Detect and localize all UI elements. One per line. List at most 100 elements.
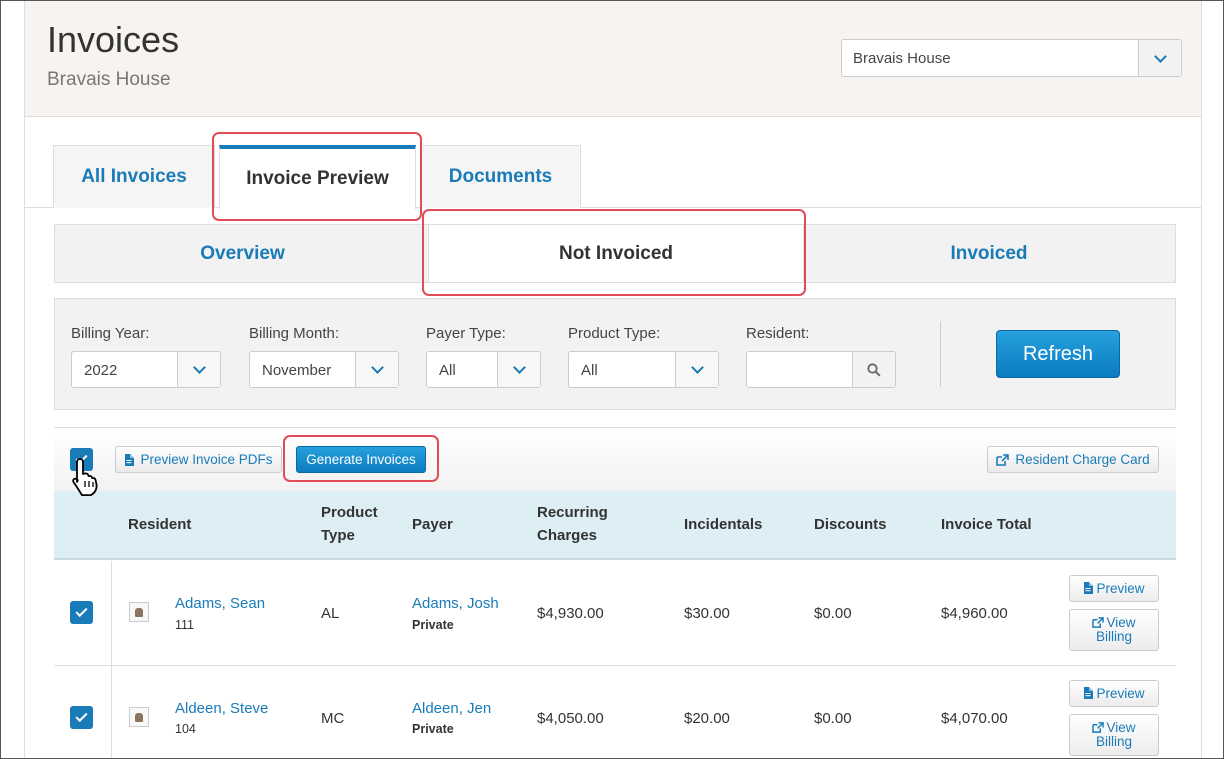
- payer-name-link[interactable]: Adams, Josh: [412, 595, 499, 612]
- filter-panel: Billing Year: 2022 Billing Month: Novemb…: [54, 298, 1176, 410]
- tab-invoice-preview[interactable]: Invoice Preview: [219, 145, 416, 209]
- header-payer: Payer: [412, 516, 453, 533]
- resident-charge-card-label: Resident Charge Card: [1015, 452, 1150, 467]
- table-header: Resident Product Type Payer Recurring Ch…: [54, 491, 1176, 560]
- row-billing-label: Billing: [1095, 629, 1133, 644]
- row-checkbox-cell: [54, 561, 112, 665]
- billing-month-select[interactable]: November: [249, 351, 399, 388]
- checkmark-icon: [75, 604, 88, 618]
- filter-divider: [940, 321, 941, 387]
- row-preview-button[interactable]: Preview: [1069, 575, 1159, 602]
- chevron-down-icon: [370, 361, 384, 374]
- facility-dropdown-button[interactable]: [1138, 40, 1181, 76]
- search-button[interactable]: [852, 352, 895, 387]
- file-icon: [125, 453, 135, 466]
- header-resident: Resident: [128, 516, 192, 533]
- invoice-total-cell: $4,960.00: [941, 605, 1008, 622]
- incidentals-cell: $20.00: [684, 710, 730, 727]
- facility-select[interactable]: Bravais House: [841, 39, 1182, 77]
- preview-invoice-pdfs-button[interactable]: Preview Invoice PDFs: [115, 446, 282, 473]
- header-recurring-line2: Charges: [537, 527, 598, 544]
- file-icon: [1084, 687, 1094, 699]
- file-icon: [1084, 582, 1094, 594]
- row-preview-label: Preview: [1096, 686, 1145, 701]
- payer-type-cell: Private: [412, 722, 454, 736]
- row-checkbox-cell: [54, 666, 112, 758]
- refresh-button[interactable]: Refresh: [996, 330, 1120, 378]
- avatar: [129, 707, 149, 727]
- external-link-icon: [1092, 617, 1105, 628]
- discounts-cell: $0.00: [814, 710, 852, 727]
- billing-month-dropdown[interactable]: [355, 352, 398, 387]
- header-recurring-line1: Recurring: [537, 504, 608, 521]
- row-billing-label: Billing: [1095, 734, 1133, 749]
- row-view-billing-button[interactable]: View Billing: [1069, 609, 1159, 651]
- resident-search-field[interactable]: [746, 351, 896, 388]
- payer-name-link[interactable]: Aldeen, Jen: [412, 700, 491, 717]
- product-type-label: Product Type:: [568, 325, 661, 342]
- search-icon: [867, 362, 881, 377]
- payer-type-dropdown[interactable]: [497, 352, 540, 387]
- tab-documents[interactable]: Documents: [420, 145, 581, 208]
- payer-type-value: All: [439, 362, 456, 379]
- resident-room: 111: [175, 618, 195, 632]
- header-discounts: Discounts: [814, 516, 887, 533]
- payer-type-cell: Private: [412, 618, 454, 632]
- invoice-toolbar: Preview Invoice PDFs Generate Invoices R…: [54, 427, 1176, 491]
- chevron-down-icon: [690, 361, 704, 374]
- row-view-label: View: [1106, 720, 1136, 735]
- incidentals-cell: $30.00: [684, 605, 730, 622]
- discounts-cell: $0.00: [814, 605, 852, 622]
- external-link-icon: [996, 453, 1010, 466]
- row-preview-button[interactable]: Preview: [1069, 680, 1159, 707]
- chevron-down-icon: [1153, 49, 1167, 63]
- header-product-line2: Type: [321, 527, 355, 544]
- row-checkbox[interactable]: [70, 706, 93, 729]
- resident-name-link[interactable]: Adams, Sean: [175, 595, 265, 612]
- header-invoice-total: Invoice Total: [941, 516, 1032, 533]
- product-type-dropdown[interactable]: [675, 352, 718, 387]
- billing-month-value: November: [262, 362, 332, 379]
- subtab-invoiced[interactable]: Invoiced: [802, 225, 1176, 282]
- facility-select-value: Bravais House: [853, 50, 951, 67]
- page-subtitle: Bravais House: [47, 69, 171, 90]
- resident-charge-card-button[interactable]: Resident Charge Card: [987, 446, 1159, 473]
- chevron-down-icon: [512, 361, 526, 374]
- recurring-charges-cell: $4,050.00: [537, 710, 604, 727]
- header-product-line1: Product: [321, 504, 378, 521]
- table-row: Aldeen, Steve 104 MC Aldeen, Jen Private…: [54, 666, 1176, 758]
- hand-cursor-icon: [72, 458, 98, 496]
- table-row: Adams, Sean 111 AL Adams, Josh Private $…: [54, 561, 1176, 666]
- subtab-overview[interactable]: Overview: [55, 225, 430, 282]
- page-container: Invoices Bravais House Bravais House All…: [24, 1, 1202, 758]
- billing-year-value: 2022: [84, 362, 118, 379]
- preview-invoice-pdfs-label: Preview Invoice PDFs: [140, 452, 273, 467]
- product-type-value: All: [581, 362, 598, 379]
- recurring-charges-cell: $4,930.00: [537, 605, 604, 622]
- chevron-down-icon: [192, 361, 206, 374]
- page-header: Invoices Bravais House Bravais House: [25, 1, 1201, 117]
- row-preview-label: Preview: [1096, 581, 1145, 596]
- sub-tabs: Overview Not Invoiced Invoiced: [54, 224, 1176, 283]
- payer-type-select[interactable]: All: [426, 351, 541, 388]
- avatar: [129, 602, 149, 622]
- resident-room: 104: [175, 722, 196, 736]
- subtab-not-invoiced[interactable]: Not Invoiced: [428, 225, 804, 282]
- checkmark-icon: [75, 709, 88, 723]
- billing-year-select[interactable]: 2022: [71, 351, 221, 388]
- row-view-billing-button[interactable]: View Billing: [1069, 714, 1159, 756]
- main-tabs: All Invoices Invoice Preview Documents: [25, 145, 1201, 209]
- product-type-select[interactable]: All: [568, 351, 719, 388]
- billing-year-dropdown[interactable]: [177, 352, 220, 387]
- resident-name-link[interactable]: Aldeen, Steve: [175, 700, 268, 717]
- resident-label: Resident:: [746, 325, 810, 342]
- external-link-icon: [1092, 722, 1105, 733]
- billing-year-label: Billing Year:: [71, 325, 150, 342]
- row-view-label: View: [1106, 615, 1136, 630]
- invoice-total-cell: $4,070.00: [941, 710, 1008, 727]
- row-checkbox[interactable]: [70, 601, 93, 624]
- product-type-cell: MC: [321, 710, 345, 727]
- screenshot-frame: Invoices Bravais House Bravais House All…: [0, 0, 1224, 759]
- generate-invoices-button[interactable]: Generate Invoices: [296, 446, 426, 473]
- tab-all-invoices[interactable]: All Invoices: [53, 145, 215, 208]
